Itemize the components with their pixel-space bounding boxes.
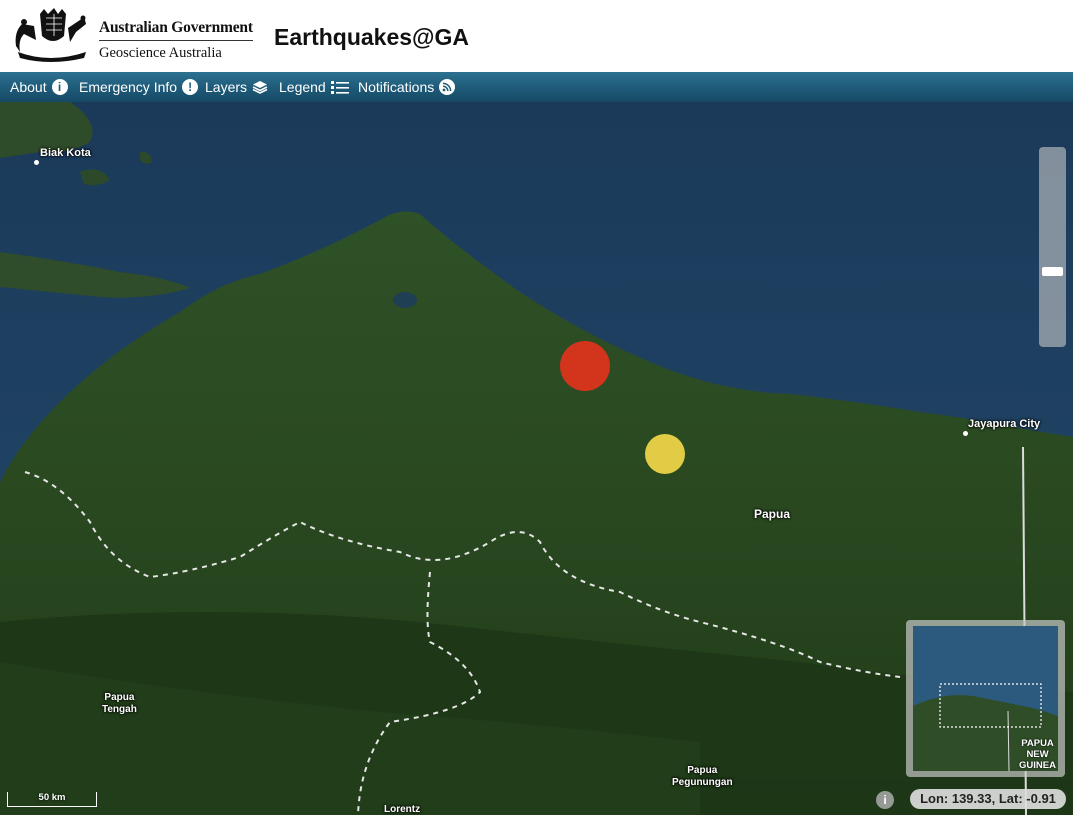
gov-name: Australian Government <box>99 19 253 36</box>
label-papua: Papua <box>754 507 791 521</box>
header: Australian Government Geoscience Austral… <box>0 0 1073 72</box>
scale-bar: 50 km <box>7 792 97 807</box>
nav-layers[interactable]: Layers <box>205 72 268 102</box>
overview-label-png: PAPUA NEW GUINEA <box>1019 738 1056 771</box>
scale-label: 50 km <box>38 792 66 803</box>
app-title: Earthquakes@GA <box>274 24 469 50</box>
nav-emergency-label: Emergency Info <box>79 79 178 95</box>
nav-about[interactable]: About i <box>10 72 68 102</box>
nav-legend[interactable]: Legend <box>279 72 349 102</box>
zoom-slider[interactable] <box>1039 147 1066 347</box>
list-icon <box>330 80 349 95</box>
coat-of-arms-logo <box>15 8 86 62</box>
info-icon[interactable]: i <box>876 791 894 809</box>
label-jayapura: Jayapura City <box>968 418 1041 430</box>
earthquake-marker-small[interactable] <box>645 434 685 474</box>
layers-icon <box>252 80 268 94</box>
label-biak-kota: Biak Kota <box>40 147 91 159</box>
nav-legend-label: Legend <box>279 79 326 95</box>
map-view[interactable]: Biak Kota Jayapura City Papua Papua Teng… <box>0 102 1073 815</box>
info-icon: i <box>51 79 68 95</box>
alert-icon: ! <box>182 79 199 95</box>
zoom-slider-thumb[interactable] <box>1042 267 1063 276</box>
label-papua-pegunungan: Papua Pegunungan <box>672 765 733 788</box>
city-marker <box>963 431 968 436</box>
nav-layers-label: Layers <box>205 79 248 95</box>
label-papua-tengah: Papua Tengah <box>102 692 137 715</box>
agency-name: Geoscience Australia <box>99 45 222 61</box>
nav-emergency-info[interactable]: Emergency Info ! <box>79 72 199 102</box>
government-branding: Australian Government Geoscience Austral… <box>99 18 254 62</box>
label-lorentz: Lorentz <box>384 804 421 815</box>
nav-bar: About i Emergency Info ! Layers Legend N… <box>0 72 1073 102</box>
nav-notifications[interactable]: Notifications <box>358 72 456 102</box>
city-marker <box>34 160 39 165</box>
overview-map[interactable]: PAPUA NEW GUINEA <box>906 620 1065 777</box>
divider <box>99 40 253 41</box>
overview-map-view[interactable]: PAPUA NEW GUINEA <box>913 626 1058 771</box>
coordinate-readout: Lon: 139.33, Lat: -0.91 <box>910 789 1066 809</box>
nav-about-label: About <box>10 79 47 95</box>
rss-icon <box>439 79 456 95</box>
earthquake-marker-large[interactable] <box>560 341 610 391</box>
nav-notifications-label: Notifications <box>358 79 435 95</box>
